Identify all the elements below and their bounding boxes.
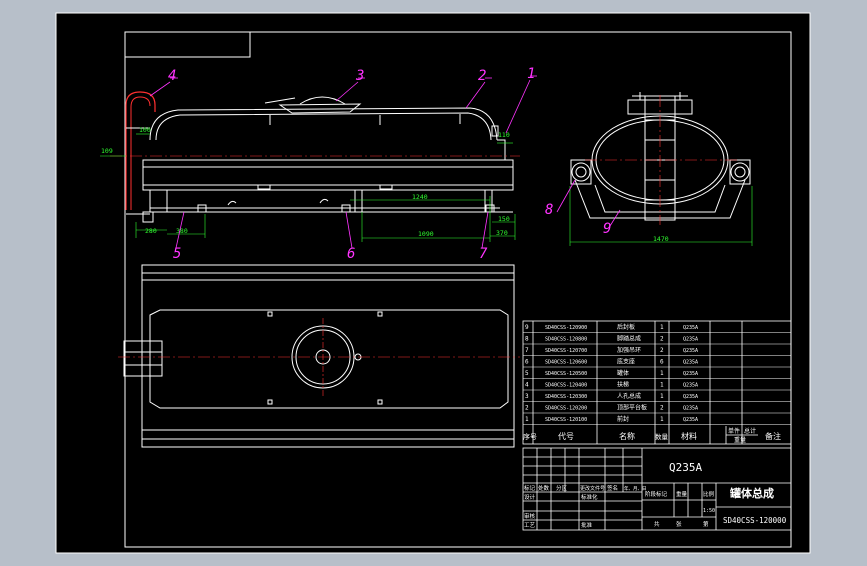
bom-cell-no: 7 xyxy=(525,347,529,354)
bom-cell-code: SD40CSS-120100 xyxy=(545,417,587,423)
bom-header-weight: 重量 xyxy=(734,436,746,444)
bom-cell-material: Q235A xyxy=(683,337,698,343)
bom-cell-code: SD40CSS-120700 xyxy=(545,348,587,354)
bom-cell-qty: 6 xyxy=(660,359,664,366)
label-design: 设计 xyxy=(524,493,536,501)
dim-150: 150 xyxy=(498,215,510,223)
bom-cell-no: 5 xyxy=(525,370,529,377)
bom-cell-name: 后封板 xyxy=(617,323,635,331)
dim-109: 109 xyxy=(101,147,113,155)
bom-cell-code: SD40CSS-120900 xyxy=(545,325,587,331)
bom-cell-qty: 1 xyxy=(660,393,664,400)
bom-cell-material: Q235A xyxy=(683,394,698,400)
bom-cell-name: 扶梯 xyxy=(617,381,629,389)
bom-cell-qty: 1 xyxy=(660,370,664,377)
bom-cell-qty: 1 xyxy=(660,324,664,331)
bom-cell-material: Q235A xyxy=(683,383,698,389)
balloon-7[interactable]: 7 xyxy=(479,246,488,262)
label-date: 年、月、日 xyxy=(624,485,647,492)
bom-cell-no: 3 xyxy=(525,393,529,400)
bom-cell-no: 9 xyxy=(525,324,529,331)
bom-cell-material: Q235A xyxy=(683,325,698,331)
bom-header-total: 总计 xyxy=(744,427,756,435)
dim-370: 370 xyxy=(496,229,508,237)
bom-cell-code: SD40CSS-120500 xyxy=(545,371,587,377)
dim-1090: 1090 xyxy=(418,230,434,238)
title-material: Q235A xyxy=(669,461,702,474)
label-sheet: 张 xyxy=(676,520,682,528)
bom-cell-name: 加强吊环 xyxy=(617,346,641,354)
bom-cell-material: Q235A xyxy=(683,360,698,366)
label-standard: 标准化 xyxy=(581,493,598,501)
bom-cell-code: SD40CSS-120400 xyxy=(545,383,587,389)
bom-header-unit: 单件 xyxy=(728,427,740,435)
balloon-4[interactable]: 4 xyxy=(168,68,176,84)
bom-cell-qty: 2 xyxy=(660,347,664,354)
balloon-2[interactable]: 2 xyxy=(478,68,486,84)
dim-100: 100 xyxy=(139,126,151,134)
balloon-1[interactable]: 1 xyxy=(527,66,535,82)
bom-header-name: 名称 xyxy=(619,431,635,441)
bom-cell-name: 罐体 xyxy=(617,369,629,377)
drawing-canvas: 100 110 109 280 380 1240 1090 370 150 1 … xyxy=(55,12,811,554)
bom-cell-no: 2 xyxy=(525,405,529,412)
label-page: 第 xyxy=(703,520,709,528)
bom-cell-material: Q235A xyxy=(683,417,698,423)
bom-header-material: 材料 xyxy=(681,431,697,441)
bom-cell-name: 底支座 xyxy=(617,358,635,366)
title-scale: 1:50 xyxy=(703,508,715,514)
label-ratio: 比例 xyxy=(703,490,715,498)
dim-110: 110 xyxy=(498,131,510,139)
bom-cell-code: SD40CSS-120800 xyxy=(545,337,587,343)
bom-header-remark: 备注 xyxy=(765,431,781,441)
bom-cell-name: 顶部平台板 xyxy=(617,404,647,412)
label-weight: 重量 xyxy=(676,490,688,498)
label-stage: 阶段标记 xyxy=(645,490,668,498)
bom-cell-qty: 2 xyxy=(660,336,664,343)
title-drawing-name: 罐体总成 xyxy=(729,486,774,500)
balloon-8[interactable]: 8 xyxy=(545,202,553,218)
label-sign: 签名 xyxy=(607,484,618,492)
balloon-3[interactable]: 3 xyxy=(355,68,364,84)
label-doc: 更改文件号 xyxy=(580,485,605,492)
bom-cell-no: 6 xyxy=(525,359,529,366)
title-drawing-number: SD40CSS-120000 xyxy=(723,516,787,525)
bom-cell-no: 4 xyxy=(525,382,529,389)
bom-cell-material: Q235A xyxy=(683,371,698,377)
bom-header-code: 代号 xyxy=(558,431,574,441)
bom-cell-no: 1 xyxy=(525,416,529,423)
bom-cell-qty: 1 xyxy=(660,382,664,389)
balloon-9[interactable]: 9 xyxy=(603,221,611,237)
bom-cell-material: Q235A xyxy=(683,348,698,354)
label-process: 工艺 xyxy=(524,522,536,529)
bom-cell-name: 人孔总成 xyxy=(617,392,641,400)
bom-header-qty: 数量 xyxy=(655,432,669,441)
bom-cell-name: 前封 xyxy=(617,415,629,423)
dim-1240: 1240 xyxy=(412,193,428,201)
label-review: 审核 xyxy=(524,512,536,520)
dim-380: 380 xyxy=(176,227,188,235)
bom-cell-code: SD40CSS-120600 xyxy=(545,360,587,366)
bom-cell-material: Q235A xyxy=(683,406,698,412)
label-total: 共 xyxy=(654,520,660,528)
dim-1470: 1470 xyxy=(653,235,669,243)
bom-cell-code: SD40CSS-120300 xyxy=(545,394,587,400)
label-zone: 分区 xyxy=(556,484,568,492)
bom-cell-qty: 1 xyxy=(660,416,664,423)
bom-cell-qty: 2 xyxy=(660,405,664,412)
dim-280: 280 xyxy=(145,227,157,235)
bom-header-no: 序号 xyxy=(523,432,537,441)
bom-cell-name: 脚踏总成 xyxy=(617,335,641,343)
label-count: 处数 xyxy=(538,484,550,492)
cad-viewport[interactable]: 100 110 109 280 380 1240 1090 370 150 1 … xyxy=(0,0,867,562)
bom-cell-no: 8 xyxy=(525,336,529,343)
balloon-6[interactable]: 6 xyxy=(347,246,355,262)
label-mark: 标记 xyxy=(524,484,536,492)
label-approve: 批准 xyxy=(581,521,593,529)
balloon-5[interactable]: 5 xyxy=(173,246,181,262)
bom-cell-code: SD40CSS-120200 xyxy=(545,406,587,412)
